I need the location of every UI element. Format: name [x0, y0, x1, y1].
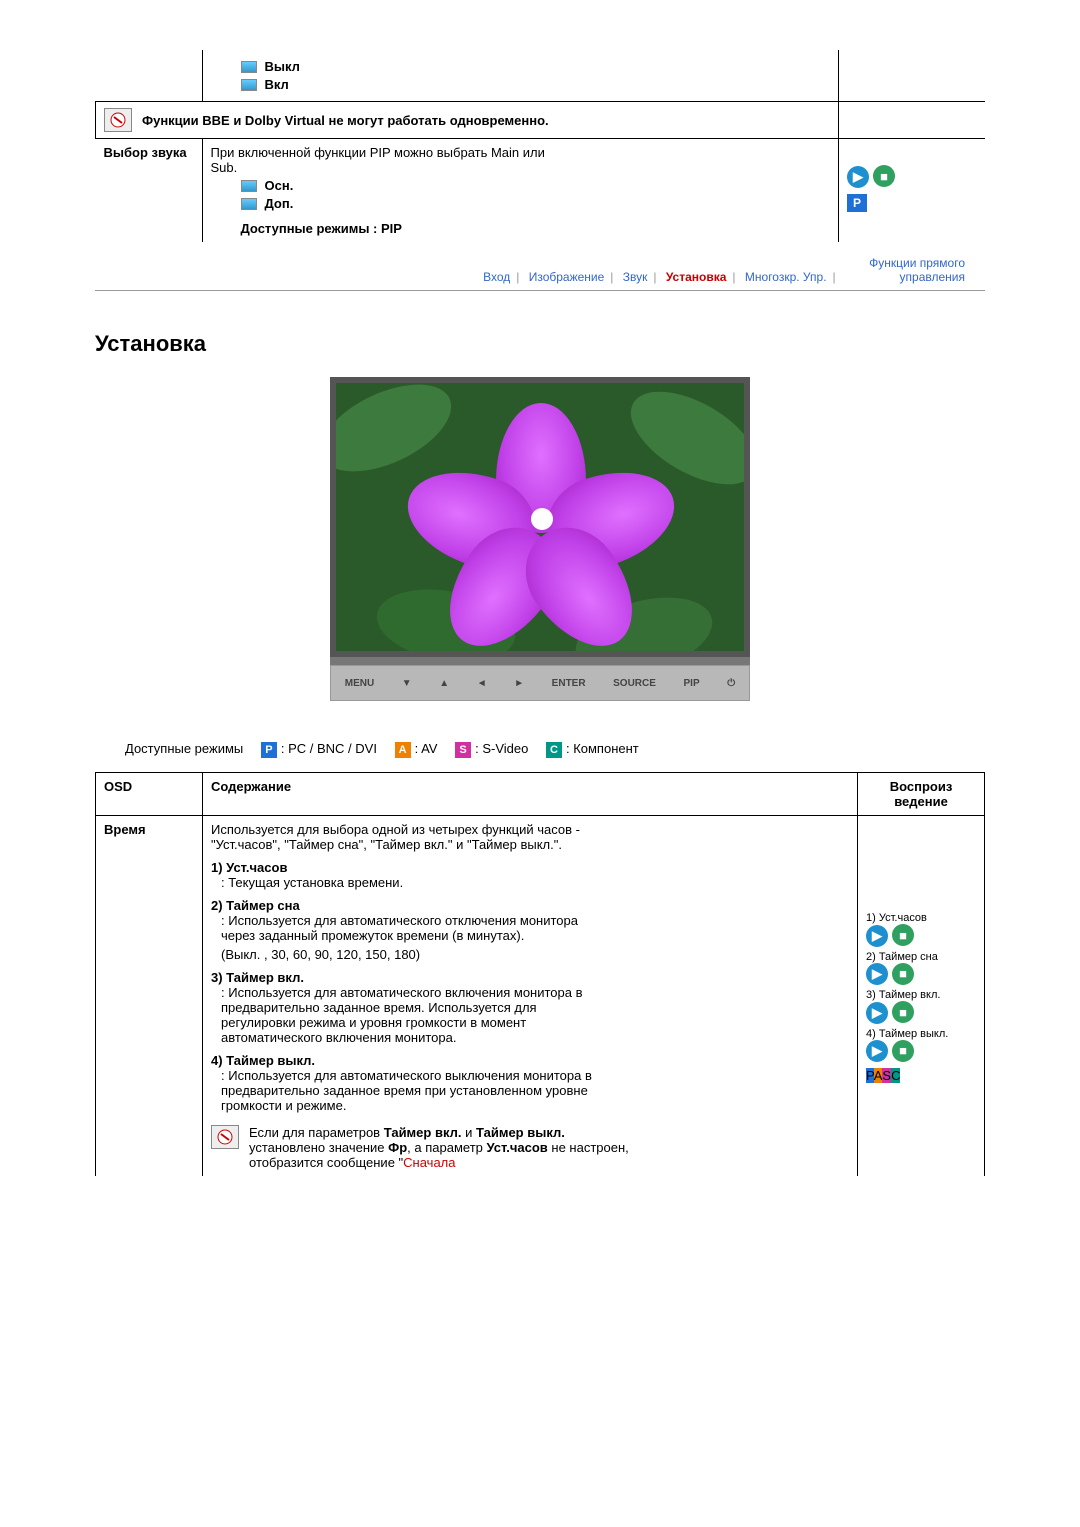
bullet-icon: [241, 61, 257, 73]
on-timer-heading: 3) Таймер вкл.: [211, 970, 849, 985]
s-tag-icon: S: [455, 742, 471, 758]
play-icon[interactable]: ▶: [866, 925, 888, 947]
sleep-timer-text: : Используется для автоматического отклю…: [221, 913, 601, 943]
c-tag-icon: C: [891, 1068, 900, 1083]
monitor-screen: [330, 377, 750, 657]
side-sleep-timer: 2) Таймер сна: [866, 951, 976, 963]
off-timer-text: : Используется для автоматического выклю…: [221, 1068, 601, 1113]
option-sub: Доп.: [241, 196, 831, 211]
btn-enter[interactable]: ENTER: [552, 678, 586, 689]
option-main: Осн.: [241, 178, 831, 193]
sleep-timer-heading: 2) Таймер сна: [211, 898, 849, 913]
btn-down[interactable]: ▼: [402, 678, 412, 689]
modes-label: Доступные режимы: [125, 741, 243, 756]
stop-icon[interactable]: ■: [873, 165, 895, 187]
play-icon[interactable]: ▶: [866, 963, 888, 985]
stop-icon[interactable]: ■: [892, 924, 914, 946]
note-icon: [104, 108, 132, 132]
nav-multi[interactable]: Многозкр. Упр.: [745, 270, 827, 284]
modes-c: : Компонент: [566, 741, 639, 756]
bullet-icon: [241, 198, 257, 210]
available-modes-legend: Доступные режимы P : PC / BNC / DVI A : AV…: [125, 741, 985, 758]
top-table: Выкл Вкл Функции BBE и Dolby Virtual не …: [95, 50, 985, 242]
sound-select-label: Выбор звука: [96, 139, 203, 243]
option-on: Вкл: [241, 77, 831, 92]
c-tag-icon: C: [546, 742, 562, 758]
col-osd: OSD: [96, 773, 203, 816]
col-content: Содержание: [203, 773, 858, 816]
playback-icons: ▶■ P: [847, 145, 977, 212]
option-label: Вкл: [265, 77, 289, 92]
stop-icon[interactable]: ■: [892, 963, 914, 985]
btn-up[interactable]: ▲: [439, 678, 449, 689]
p-tag-icon: P: [261, 742, 277, 758]
sleep-timer-values: (Выкл. , 30, 60, 90, 120, 150, 180): [221, 947, 849, 962]
a-tag-icon: A: [395, 742, 411, 758]
option-off: Выкл: [241, 59, 831, 74]
nav-sound[interactable]: Звук: [623, 270, 648, 284]
timer-note: Если для параметров Таймер вкл. и Таймер…: [249, 1125, 629, 1170]
modes-a: : AV: [415, 741, 438, 756]
clock-set-heading: 1) Уст.часов: [211, 860, 849, 875]
sound-select-desc: При включенной функции PIP можно выбрать…: [211, 145, 571, 175]
bullet-icon: [241, 180, 257, 192]
note-icon: [211, 1125, 239, 1149]
btn-menu[interactable]: MENU: [345, 678, 374, 689]
time-intro: Используется для выбора одной из четырех…: [211, 822, 631, 852]
p-tag-icon: P: [866, 1068, 874, 1083]
btn-power[interactable]: ⏻: [727, 678, 735, 689]
note-text: Функции BBE и Dolby Virtual не могут раб…: [142, 113, 549, 128]
col-playback: Воспроиз ведение: [858, 773, 985, 816]
clock-set-text: : Текущая установка времени.: [221, 875, 849, 890]
play-icon[interactable]: ▶: [866, 1002, 888, 1024]
play-icon[interactable]: ▶: [866, 1040, 888, 1062]
modes-s: : S-Video: [475, 741, 528, 756]
side-clock-set: 1) Уст.часов: [866, 912, 976, 924]
bullet-icon: [241, 79, 257, 91]
btn-source[interactable]: SOURCE: [613, 678, 656, 689]
modes-p: : PC / BNC / DVI: [281, 741, 377, 756]
stop-icon[interactable]: ■: [892, 1040, 914, 1062]
setup-table: OSD Содержание Воспроиз ведение Время Ис…: [95, 772, 985, 1176]
option-label: Выкл: [265, 59, 300, 74]
nav-direct[interactable]: Функции прямого управления: [845, 256, 965, 284]
mode-tags: PASC: [866, 1068, 976, 1083]
section-nav: Вход| Изображение| Звук| Установка| Мног…: [95, 256, 985, 284]
off-timer-heading: 4) Таймер выкл.: [211, 1053, 849, 1068]
nav-setup[interactable]: Установка: [666, 270, 727, 284]
option-label: Доп.: [265, 196, 294, 211]
nav-picture[interactable]: Изображение: [529, 270, 605, 284]
play-icon[interactable]: ▶: [847, 166, 869, 188]
side-on-timer: 3) Таймер вкл.: [866, 989, 976, 1001]
s-tag-icon: S: [882, 1068, 891, 1083]
monitor-illustration: MENU ▼ ▲ ◄ ► ENTER SOURCE PIP ⏻: [330, 377, 750, 701]
btn-pip[interactable]: PIP: [684, 678, 700, 689]
btn-right[interactable]: ►: [514, 678, 524, 689]
row-time-label: Время: [96, 816, 203, 1177]
divider: [95, 290, 985, 291]
p-tag-icon: P: [847, 194, 867, 212]
monitor-buttons: MENU ▼ ▲ ◄ ► ENTER SOURCE PIP ⏻: [330, 665, 750, 701]
section-title: Установка: [95, 331, 985, 357]
option-label: Осн.: [265, 178, 294, 193]
available-modes: Доступные режимы : PIP: [241, 221, 831, 236]
on-timer-text: : Используется для автоматического включ…: [221, 985, 601, 1045]
side-off-timer: 4) Таймер выкл.: [866, 1028, 976, 1040]
nav-input[interactable]: Вход: [483, 270, 510, 284]
stop-icon[interactable]: ■: [892, 1001, 914, 1023]
btn-left[interactable]: ◄: [477, 678, 487, 689]
